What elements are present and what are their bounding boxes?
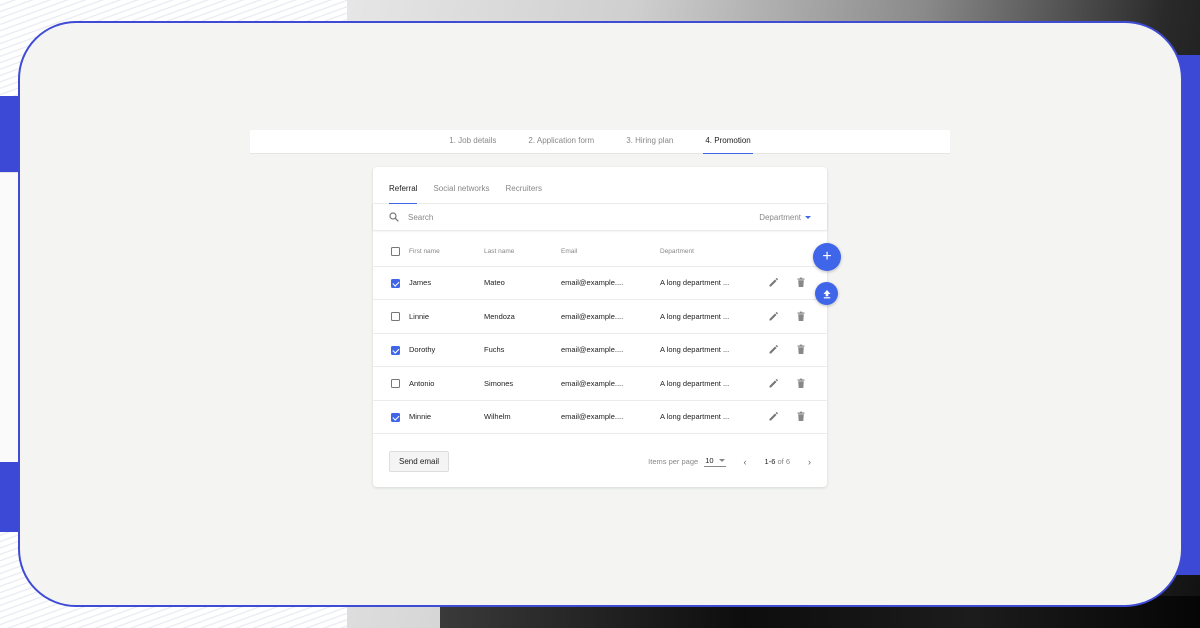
edit-pencil-icon[interactable]: [768, 411, 779, 422]
table-header-row: First name Last name Email Department: [373, 238, 827, 267]
row-checkbox[interactable]: [391, 379, 400, 388]
items-per-page-select[interactable]: 10: [704, 456, 726, 467]
row-actions: [760, 378, 827, 389]
stepper: 1. Job details 2. Application form 3. Hi…: [250, 130, 950, 154]
table-row[interactable]: Antonio Simones email@example.... A long…: [373, 366, 827, 401]
send-email-button[interactable]: Send email: [389, 451, 450, 472]
upload-icon: [823, 289, 830, 298]
table-row[interactable]: Dorothy Fuchs email@example.... A long d…: [373, 333, 827, 367]
items-per-page-label: Items per page: [648, 457, 699, 466]
cell-first-name: James: [409, 266, 484, 300]
cell-email: email@example....: [561, 333, 660, 367]
tab-referral[interactable]: Referral: [389, 167, 418, 204]
cell-department: A long department ...: [660, 299, 760, 334]
edit-pencil-icon[interactable]: [768, 344, 779, 355]
page-total: of 6: [777, 457, 790, 466]
cell-department: A long department ...: [660, 333, 760, 367]
upload-button[interactable]: [815, 282, 838, 305]
step-promotion[interactable]: 4. Promotion: [703, 130, 754, 154]
row-checkbox[interactable]: [391, 312, 400, 321]
cell-email: email@example....: [561, 366, 660, 401]
tab-recruiters[interactable]: Recruiters: [505, 167, 541, 204]
page-range-value: 1-6: [764, 457, 776, 466]
select-all-checkbox[interactable]: [391, 247, 400, 257]
plus-icon: +: [822, 248, 832, 265]
cell-last-name: Simones: [484, 366, 561, 401]
delete-trash-icon[interactable]: [796, 378, 806, 389]
pagination: Items per page 10 ‹ 1-6 of 6 ›: [648, 456, 811, 467]
add-button[interactable]: +: [813, 243, 841, 271]
table-footer: Send email Items per page 10 ‹ 1-6 of 6 …: [373, 434, 827, 489]
edit-pencil-icon[interactable]: [768, 378, 779, 389]
cell-email: email@example....: [561, 400, 660, 434]
step-hiring-plan[interactable]: 3. Hiring plan: [624, 130, 675, 153]
row-actions: [760, 311, 827, 322]
cell-department: A long department ...: [660, 366, 760, 401]
cell-last-name: Wilhelm: [484, 400, 561, 434]
table-row[interactable]: Minnie Wilhelm email@example.... A long …: [373, 400, 827, 434]
step-application-form[interactable]: 2. Application form: [526, 130, 596, 153]
chevron-left-icon[interactable]: ‹: [744, 457, 747, 467]
tab-bar: Referral Social networks Recruiters: [373, 167, 827, 204]
page-range: 1-6 of 6: [765, 457, 790, 466]
search-icon: [389, 212, 399, 222]
caret-down-icon: [718, 459, 725, 462]
cell-email: email@example....: [561, 266, 660, 300]
tab-social-networks[interactable]: Social networks: [433, 167, 489, 204]
header-first-name[interactable]: First name: [409, 238, 484, 267]
cell-department: A long department ...: [660, 266, 760, 300]
cell-last-name: Mateo: [484, 266, 561, 300]
chevron-right-icon[interactable]: ›: [808, 457, 811, 467]
search-input[interactable]: [408, 212, 760, 222]
cell-department: A long department ...: [660, 400, 760, 434]
cell-last-name: Fuchs: [484, 333, 561, 367]
referral-table: First name Last name Email Department Ja…: [373, 238, 827, 434]
items-per-page-value: 10: [705, 456, 714, 465]
header-email[interactable]: Email: [561, 238, 660, 267]
department-filter-label: Department: [759, 212, 801, 222]
delete-trash-icon[interactable]: [796, 411, 806, 422]
delete-trash-icon[interactable]: [796, 344, 806, 355]
background-panel: [0, 172, 20, 462]
cell-email: email@example....: [561, 299, 660, 334]
promotion-card: Referral Social networks Recruiters Depa…: [373, 167, 827, 487]
row-checkbox[interactable]: [391, 412, 400, 422]
cell-first-name: Minnie: [409, 400, 484, 434]
cell-first-name: Antonio: [409, 366, 484, 401]
cell-last-name: Mendoza: [484, 299, 561, 334]
row-actions: [760, 344, 827, 355]
header-last-name[interactable]: Last name: [484, 238, 561, 267]
cell-first-name: Dorothy: [409, 333, 484, 367]
delete-trash-icon[interactable]: [796, 277, 806, 288]
row-checkbox[interactable]: [391, 345, 400, 355]
table-row[interactable]: Linnie Mendoza email@example.... A long …: [373, 299, 827, 334]
caret-down-icon: [805, 215, 811, 219]
step-job-details[interactable]: 1. Job details: [447, 130, 498, 153]
department-filter[interactable]: Department: [759, 213, 811, 222]
header-department[interactable]: Department: [660, 238, 760, 267]
edit-pencil-icon[interactable]: [768, 311, 779, 322]
edit-pencil-icon[interactable]: [768, 277, 779, 288]
table-row[interactable]: James Mateo email@example.... A long dep…: [373, 266, 827, 300]
row-checkbox[interactable]: [391, 278, 400, 288]
row-actions: [760, 411, 827, 422]
delete-trash-icon[interactable]: [796, 311, 806, 322]
search-bar: Department: [373, 204, 827, 230]
cell-first-name: Linnie: [409, 299, 484, 334]
